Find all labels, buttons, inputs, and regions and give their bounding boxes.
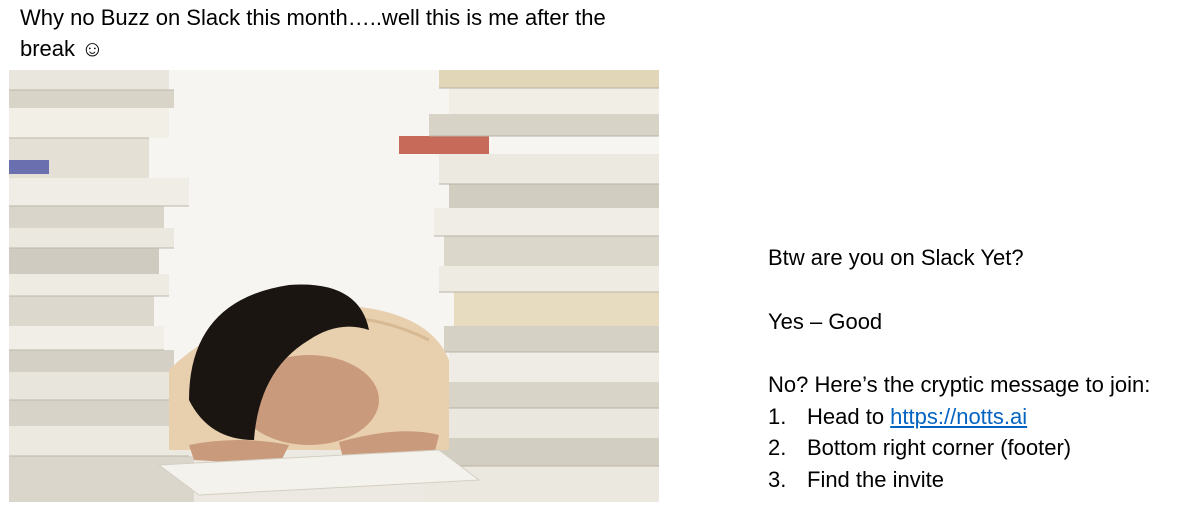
list-item: 1. Head to https://notts.ai [768, 401, 1198, 433]
step-number: 3. [768, 466, 787, 492]
step-text: Head to https://notts.ai [807, 401, 1027, 433]
step-number: 2. [768, 435, 787, 460]
notts-ai-link[interactable]: https://notts.ai [890, 404, 1027, 429]
step-text: Bottom right corner (footer) [807, 435, 1072, 460]
yes-answer: Yes – Good [768, 308, 883, 334]
slack-info-panel: Btw are you on Slack Yet? Yes – Good No?… [768, 242, 1198, 495]
no-answer: No? Here’s the cryptic message to join: [768, 372, 1151, 397]
list-item: 2. Bottom right corner (footer) [768, 432, 1198, 464]
step-prefix: Head to [807, 403, 891, 429]
slack-question: Btw are you on Slack Yet? [768, 245, 1024, 270]
photo-illustration [9, 70, 659, 502]
sleeping-person-photo [9, 70, 659, 502]
left-paper-stack [9, 70, 194, 502]
join-steps-list: 1. Head to https://notts.ai 2. Bottom ri… [768, 401, 1198, 496]
step-number: 1. [768, 403, 787, 429]
list-item: 3. Find the invite [768, 464, 1198, 496]
step-text: Find the invite [807, 466, 944, 492]
slide-title: Why no Buzz on Slack this month…..well t… [20, 5, 606, 61]
